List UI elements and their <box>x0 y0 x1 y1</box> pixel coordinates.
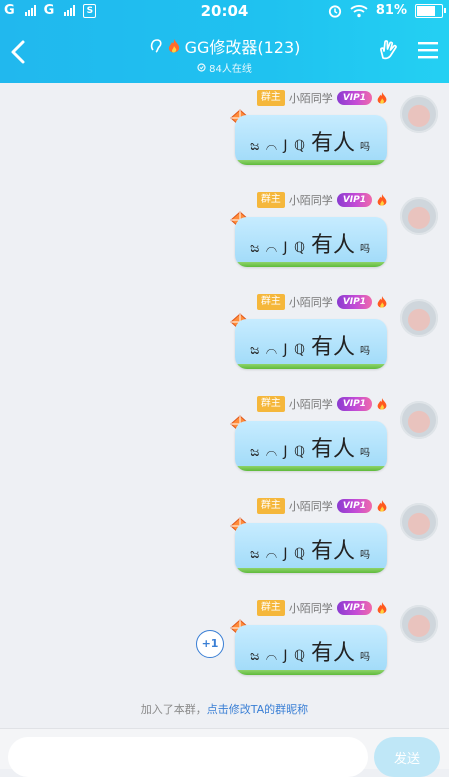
avatar[interactable] <box>400 197 438 235</box>
battery-percent: 81% <box>375 3 407 18</box>
message-text-small: 吗 <box>360 550 370 561</box>
send-button[interactable]: 发送 <box>374 737 440 777</box>
system-message: 加入了本群，点击修改TA的群昵称 <box>140 703 309 716</box>
owner-badge: 群主 <box>256 90 285 106</box>
message-symbols: ಜ ⌒ J ℚ <box>250 444 306 460</box>
message-text-small: 吗 <box>360 244 370 255</box>
top-bar: G G S 20:04 81% GG修改器(123) 84人在线 <box>0 0 449 83</box>
message-symbols: ಜ ⌒ J ℚ <box>250 342 306 358</box>
message-row: 群主 小陌同学 VIP1 ಜ ⌒ J ℚ 有人 吗 <box>0 389 449 491</box>
owner-badge: 群主 <box>256 498 285 514</box>
group-name: GG修改器(123) <box>184 38 301 57</box>
bubble-grass-decoration <box>235 670 387 675</box>
sender-meta: 群主 小陌同学 VIP1 <box>256 191 388 209</box>
message-bubble[interactable]: ಜ ⌒ J ℚ 有人 吗 <box>235 421 387 471</box>
sender-meta: 群主 小陌同学 VIP1 <box>256 395 388 413</box>
sender-nickname[interactable]: 小陌同学 <box>289 192 333 208</box>
sender-nickname[interactable]: 小陌同学 <box>289 90 333 106</box>
ear-icon <box>150 39 162 53</box>
avatar[interactable] <box>400 605 438 643</box>
owner-badge: 群主 <box>256 396 285 412</box>
message-text-large: 有人 <box>310 641 355 666</box>
bubble-grass-decoration <box>235 364 387 369</box>
status-bar: G G S 20:04 81% <box>0 0 449 24</box>
fire-icon <box>168 38 179 52</box>
online-count: 84人在线 <box>0 60 449 75</box>
owner-badge: 群主 <box>256 192 285 208</box>
fire-icon <box>377 193 387 206</box>
message-symbols: ಜ ⌒ J ℚ <box>250 648 306 664</box>
message-text-large: 有人 <box>310 539 355 564</box>
vip-badge: VIP1 <box>336 499 372 513</box>
sender-meta: 群主 小陌同学 VIP1 <box>256 599 388 617</box>
message-text-large: 有人 <box>310 437 355 462</box>
alarm-icon <box>328 4 341 18</box>
sender-meta: 群主 小陌同学 VIP1 <box>256 89 388 107</box>
battery-icon <box>415 3 446 18</box>
bubble-grass-decoration <box>235 160 387 165</box>
fire-icon <box>377 397 387 410</box>
message-symbols: ಜ ⌒ J ℚ <box>250 138 306 154</box>
fire-icon <box>377 601 387 614</box>
message-text-small: 吗 <box>360 142 370 153</box>
fire-icon <box>377 295 387 308</box>
vip-badge: VIP1 <box>336 397 372 411</box>
input-bar: 发送 <box>0 728 449 777</box>
vip-badge: VIP1 <box>336 193 372 207</box>
message-text-small: 吗 <box>360 652 370 663</box>
vip-badge: VIP1 <box>336 295 372 309</box>
message-text-small: 吗 <box>360 346 370 357</box>
vip-badge: VIP1 <box>336 601 372 615</box>
message-text-large: 有人 <box>310 335 355 360</box>
chat-header: GG修改器(123) 84人在线 <box>0 24 449 83</box>
bubble-grass-decoration <box>235 568 387 573</box>
owner-badge: 群主 <box>256 294 285 310</box>
bubble-grass-decoration <box>235 262 387 267</box>
fire-icon <box>377 499 387 512</box>
plus-one-button[interactable]: +1 <box>196 630 224 658</box>
message-list[interactable]: 群主 小陌同学 VIP1 ಜ ⌒ J ℚ 有人 吗 群主 小陌同学 VIP1 ಜ… <box>0 83 449 728</box>
sender-nickname[interactable]: 小陌同学 <box>289 498 333 514</box>
message-row: 群主 小陌同学 VIP1 ಜ ⌒ J ℚ 有人 吗 <box>0 287 449 389</box>
sender-nickname[interactable]: 小陌同学 <box>289 600 333 616</box>
hand-icon[interactable] <box>377 38 401 62</box>
group-title[interactable]: GG修改器(123) <box>149 34 301 58</box>
message-symbols: ಜ ⌒ J ℚ <box>250 546 306 562</box>
sender-nickname[interactable]: 小陌同学 <box>289 396 333 412</box>
message-row: 群主 小陌同学 VIP1 ಜ ⌒ J ℚ 有人 吗 <box>0 491 449 593</box>
vip-badge: VIP1 <box>336 91 372 105</box>
fire-icon <box>377 91 387 104</box>
online-icon <box>197 63 206 72</box>
message-row: 群主 小陌同学 VIP1 ಜ ⌒ J ℚ 有人 吗 <box>0 185 449 287</box>
message-bubble[interactable]: ಜ ⌒ J ℚ 有人 吗 <box>235 319 387 369</box>
message-row: 群主 小陌同学 VIP1 ಜ ⌒ J ℚ 有人 吗 <box>0 593 449 695</box>
message-text-large: 有人 <box>310 131 355 156</box>
message-symbols: ಜ ⌒ J ℚ <box>250 240 306 256</box>
message-text-large: 有人 <box>310 233 355 258</box>
message-bubble[interactable]: ಜ ⌒ J ℚ 有人 吗 <box>235 523 387 573</box>
edit-nickname-link[interactable]: 点击修改TA的群昵称 <box>207 703 308 716</box>
owner-badge: 群主 <box>256 600 285 616</box>
message-bubble[interactable]: ಜ ⌒ J ℚ 有人 吗 <box>235 625 387 675</box>
avatar[interactable] <box>400 299 438 337</box>
message-bubble[interactable]: ಜ ⌒ J ℚ 有人 吗 <box>235 217 387 267</box>
menu-icon[interactable] <box>417 40 439 60</box>
sender-meta: 群主 小陌同学 VIP1 <box>256 497 388 515</box>
bubble-grass-decoration <box>235 466 387 471</box>
wifi-icon <box>350 4 368 17</box>
message-bubble[interactable]: ಜ ⌒ J ℚ 有人 吗 <box>235 115 387 165</box>
sender-nickname[interactable]: 小陌同学 <box>289 294 333 310</box>
sender-meta: 群主 小陌同学 VIP1 <box>256 293 388 311</box>
avatar[interactable] <box>400 401 438 439</box>
avatar[interactable] <box>400 503 438 541</box>
message-text-small: 吗 <box>360 448 370 459</box>
message-input[interactable] <box>8 737 368 777</box>
avatar[interactable] <box>400 95 438 133</box>
message-row: 群主 小陌同学 VIP1 ಜ ⌒ J ℚ 有人 吗 <box>0 83 449 185</box>
